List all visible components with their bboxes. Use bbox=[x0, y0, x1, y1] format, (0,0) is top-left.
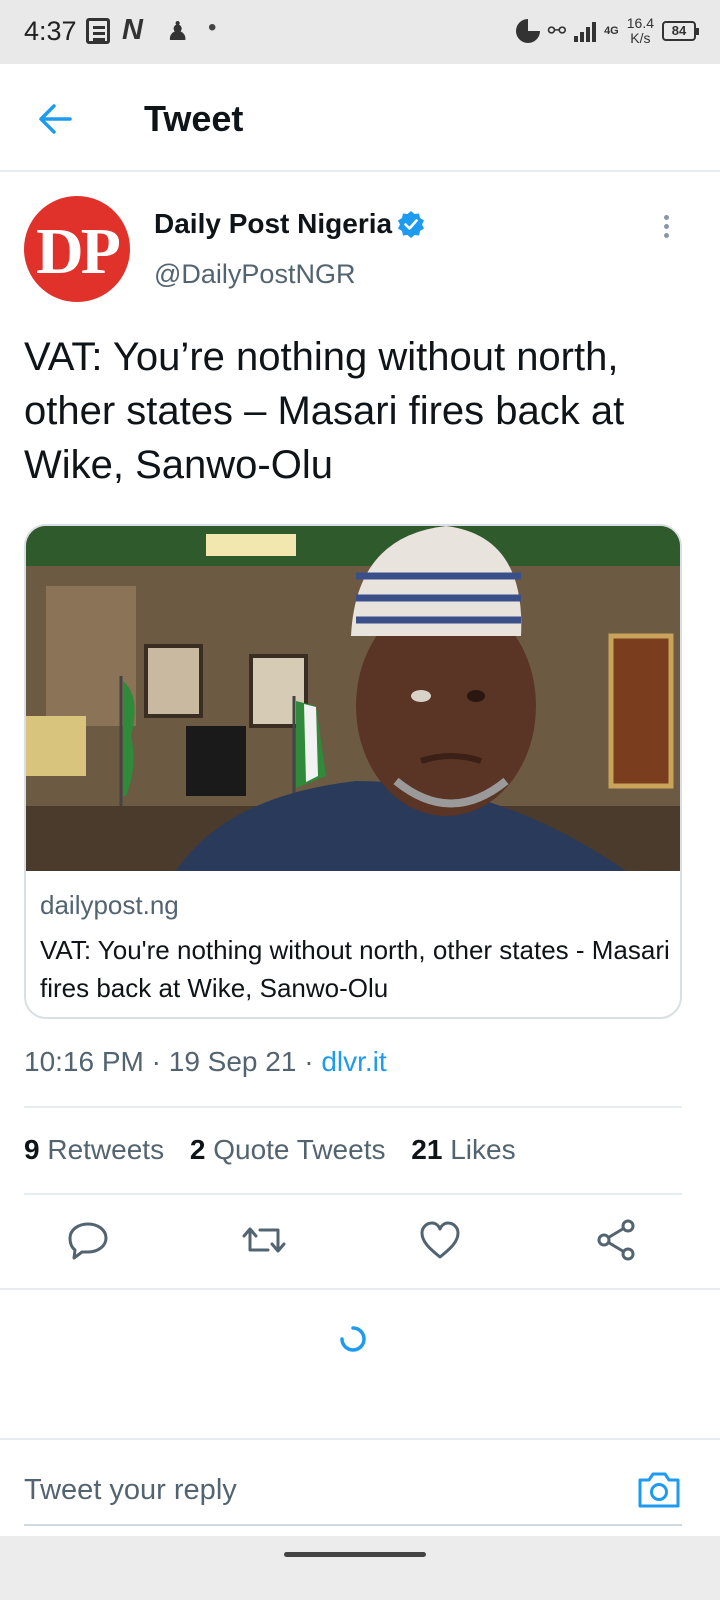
loading-spinner-icon bbox=[340, 1326, 366, 1352]
network-speed: 16.4 K/s bbox=[627, 16, 654, 46]
back-button[interactable] bbox=[30, 94, 80, 144]
separator: · bbox=[151, 1046, 161, 1077]
user-handle[interactable]: @DailyPostNGR bbox=[154, 259, 355, 290]
tweet-stats: 9 Retweets 2 Quote Tweets 21 Likes bbox=[24, 1134, 534, 1166]
tweet-meta: 10:16 PM · 19 Sep 21 · dlvr.it bbox=[24, 1046, 387, 1078]
retweets-count: 9 bbox=[24, 1134, 40, 1165]
quotes-label: Quote Tweets bbox=[213, 1134, 386, 1165]
likes-label: Likes bbox=[450, 1134, 516, 1165]
tweet-date: 19 Sep 21 bbox=[168, 1046, 297, 1077]
avatar-logo-text: DP bbox=[36, 215, 121, 288]
divider bbox=[0, 1288, 720, 1290]
vpn-key-icon: ⚯ bbox=[547, 18, 567, 43]
retweets-stat[interactable]: 9 Retweets bbox=[24, 1134, 164, 1165]
n-icon: N bbox=[122, 14, 143, 46]
more-dot bbox=[663, 215, 669, 220]
camera-button[interactable] bbox=[636, 1468, 682, 1512]
lte-signal-icon: 4G bbox=[604, 24, 619, 37]
separator: · bbox=[304, 1046, 314, 1077]
status-icons: ⚯ 4G 16.4 K/s 84 bbox=[515, 16, 699, 46]
link-card[interactable]: dailypost.ng VAT: You're nothing without… bbox=[24, 524, 682, 1019]
card-title: VAT: You're nothing without north, other… bbox=[40, 935, 670, 1003]
home-gesture-bar[interactable] bbox=[284, 1552, 426, 1557]
more-options-button[interactable] bbox=[656, 212, 676, 244]
data-saver-icon bbox=[515, 19, 540, 43]
verified-badge-icon bbox=[398, 211, 424, 238]
likes-count: 21 bbox=[411, 1134, 443, 1165]
likes-stat[interactable]: 21 Likes bbox=[411, 1134, 515, 1165]
avatar[interactable]: DP bbox=[24, 196, 130, 302]
retweets-label: Retweets bbox=[47, 1134, 165, 1165]
more-dot bbox=[663, 224, 669, 229]
app-bar: Tweet bbox=[0, 64, 720, 172]
battery-icon: 84 bbox=[662, 21, 699, 41]
news-icon bbox=[86, 18, 110, 44]
arrow-left-icon bbox=[39, 104, 72, 134]
like-button[interactable] bbox=[416, 1216, 464, 1264]
more-dot bbox=[663, 233, 669, 238]
person-add-icon: ♟ bbox=[166, 16, 190, 46]
share-icon bbox=[597, 1219, 635, 1261]
speed-value: 16.4 bbox=[626, 15, 654, 31]
page-title: Tweet bbox=[144, 98, 244, 139]
display-name[interactable]: Daily Post Nigeria bbox=[154, 208, 392, 240]
share-button[interactable] bbox=[592, 1216, 640, 1264]
divider bbox=[24, 1106, 682, 1108]
card-domain: dailypost.ng bbox=[40, 890, 179, 920]
like-icon bbox=[420, 1221, 460, 1259]
quote-tweets-stat[interactable]: 2 Quote Tweets bbox=[190, 1134, 386, 1165]
quotes-count: 2 bbox=[189, 1134, 206, 1165]
reply-icon bbox=[68, 1222, 108, 1260]
tweet-time: 10:16 PM bbox=[24, 1046, 144, 1077]
signal-icon bbox=[574, 20, 597, 42]
retweet-icon bbox=[242, 1227, 286, 1253]
reply-input[interactable]: Tweet your reply bbox=[24, 1474, 237, 1507]
reply-bar: Tweet your reply bbox=[0, 1438, 720, 1530]
tweet-source-link[interactable]: dlvr.it bbox=[321, 1046, 386, 1077]
card-image bbox=[26, 526, 680, 871]
navigation-bar bbox=[0, 1536, 720, 1600]
reply-underline bbox=[24, 1524, 682, 1526]
divider bbox=[24, 1193, 682, 1195]
status-time: 4:37 bbox=[24, 16, 77, 46]
dot-icon: • bbox=[208, 14, 217, 41]
status-bar: 4:37 N ♟ • ⚯ 4G 16.4 K/s 84 bbox=[0, 0, 720, 64]
speed-unit: K/s bbox=[630, 30, 651, 46]
camera-icon bbox=[638, 1472, 680, 1508]
tweet-text: VAT: You’re nothing without north, other… bbox=[24, 335, 625, 487]
retweet-button[interactable] bbox=[240, 1216, 288, 1264]
reply-button[interactable] bbox=[64, 1216, 112, 1264]
